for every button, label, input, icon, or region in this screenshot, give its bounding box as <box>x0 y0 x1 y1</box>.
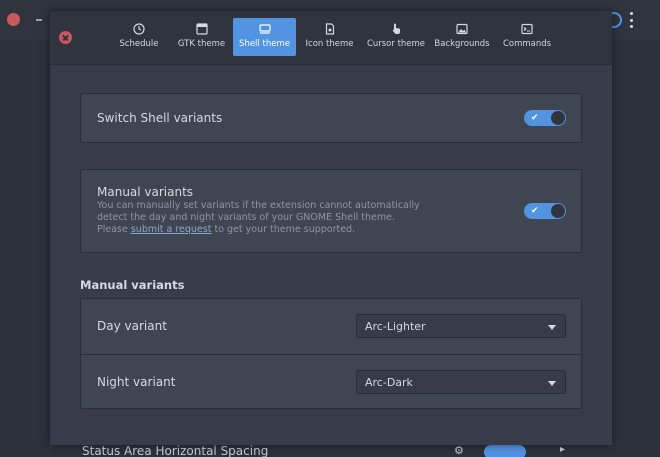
switch-shell-label: Switch Shell variants <box>97 111 223 125</box>
day-variant-row: Day variant Arc-Lighter <box>81 299 581 354</box>
tab-cursor-theme[interactable]: Cursor theme <box>363 18 429 56</box>
tab-icon-theme[interactable]: Icon theme <box>296 18 363 56</box>
description-line: Please submit a request to get your them… <box>97 224 427 236</box>
close-icon[interactable] <box>59 31 72 44</box>
switch-knob <box>551 204 565 218</box>
tab-label: Shell theme <box>239 39 290 49</box>
description-suffix: to get your theme supported. <box>211 224 356 235</box>
arrow-right-icon[interactable]: ▸ <box>560 444 565 455</box>
background-settings-row: Status Area Horizontal Spacing ⚙ ▸ <box>70 443 590 457</box>
window-icon <box>195 23 208 35</box>
pointer-hand-icon <box>392 23 400 34</box>
background-close-icon[interactable] <box>7 13 20 26</box>
switch-shell-row: Switch Shell variants ✔ <box>81 94 581 142</box>
background-menu-icon[interactable] <box>630 12 633 28</box>
night-variant-value: Arc-Dark <box>365 376 413 389</box>
shell-icon <box>258 24 271 34</box>
night-variant-row: Night variant Arc-Dark <box>81 355 581 409</box>
check-icon: ✔ <box>531 206 539 216</box>
tab-label: Cursor theme <box>366 39 426 49</box>
terminal-icon <box>521 23 533 35</box>
night-variant-dropdown[interactable]: Arc-Dark <box>356 370 566 394</box>
image-icon <box>456 23 468 35</box>
description-line: You can manually set variants if the ext… <box>97 200 420 211</box>
tab-label: Schedule <box>119 39 159 49</box>
tab-gtk-theme[interactable]: GTK theme <box>170 18 233 56</box>
day-variant-value: Arc-Lighter <box>365 320 426 333</box>
gear-icon[interactable]: ⚙ <box>454 444 464 457</box>
background-minimize-icon[interactable] <box>36 19 42 21</box>
tab-label: Commands <box>502 39 552 49</box>
view-switcher: Schedule GTK theme Shell theme Icon them… <box>108 18 559 56</box>
night-variant-label: Night variant <box>97 375 176 389</box>
tab-label: Icon theme <box>305 39 354 49</box>
manual-variants-frame: Manual variants You can manually set var… <box>80 169 582 253</box>
tab-shell-theme[interactable]: Shell theme <box>233 18 296 56</box>
day-variant-label: Day variant <box>97 319 167 333</box>
tab-schedule[interactable]: Schedule <box>108 18 170 56</box>
switch-shell-variants-toggle[interactable]: ✔ <box>524 110 566 126</box>
background-row-label: Status Area Horizontal Spacing <box>82 444 269 457</box>
variants-frame: Day variant Arc-Lighter Night variant Ar… <box>80 298 582 409</box>
manual-variants-section-title: Manual variants <box>80 278 185 292</box>
tab-label: Backgrounds <box>434 39 490 49</box>
tab-backgrounds[interactable]: Backgrounds <box>429 18 495 56</box>
background-switch[interactable] <box>484 445 526 457</box>
preferences-dialog: Schedule GTK theme Shell theme Icon them… <box>50 11 612 445</box>
check-icon: ✔ <box>531 113 539 123</box>
chevron-down-icon <box>548 381 556 386</box>
submit-request-link[interactable]: submit a request <box>131 224 212 235</box>
tab-label: GTK theme <box>177 39 226 49</box>
headerbar: Schedule GTK theme Shell theme Icon them… <box>50 11 612 65</box>
clock-icon <box>133 23 145 35</box>
switch-knob <box>551 111 565 125</box>
manual-variants-title: Manual variants <box>97 185 194 199</box>
chevron-down-icon <box>548 325 556 330</box>
description-prefix: Please <box>97 224 131 235</box>
manual-variants-row: Manual variants You can manually set var… <box>81 170 581 252</box>
file-image-icon <box>325 23 334 35</box>
day-variant-dropdown[interactable]: Arc-Lighter <box>356 314 566 338</box>
manual-variants-description: You can manually set variants if the ext… <box>97 200 427 236</box>
description-line: detect the day and night variants of you… <box>97 212 396 223</box>
switch-shell-frame: Switch Shell variants ✔ <box>80 93 582 143</box>
manual-variants-toggle[interactable]: ✔ <box>524 203 566 219</box>
tab-commands[interactable]: Commands <box>495 18 559 56</box>
